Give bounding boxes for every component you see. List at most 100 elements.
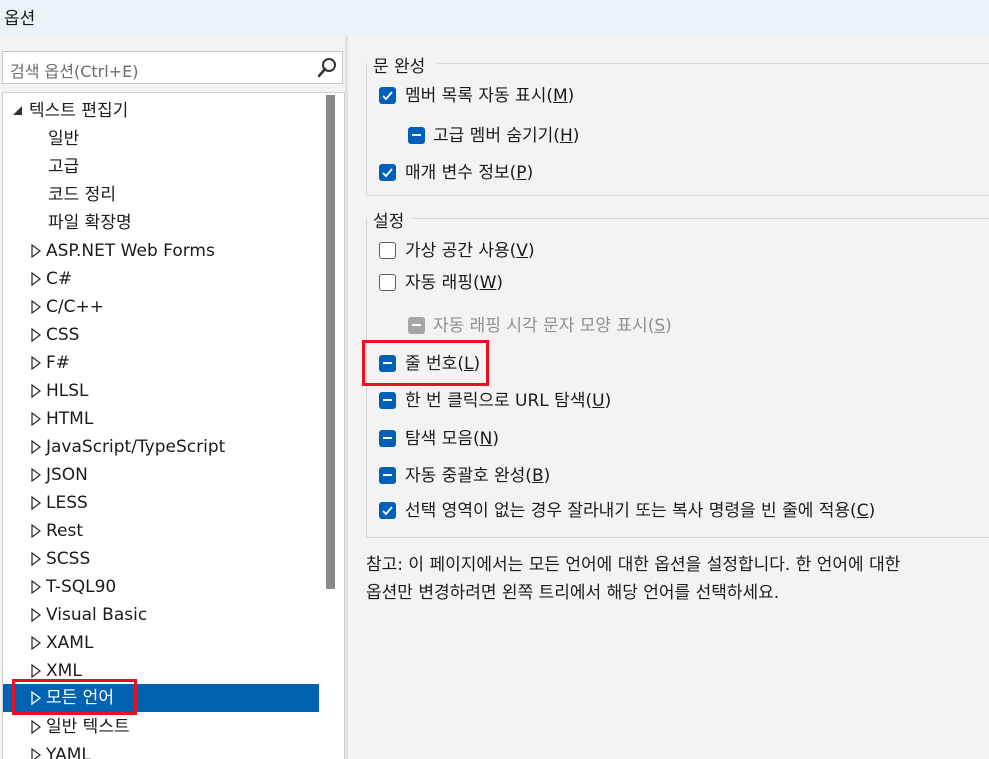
access-key: N <box>479 429 493 449</box>
collapsed-arrow-icon[interactable] <box>29 720 43 734</box>
tree-scrollbar[interactable] <box>326 95 335 589</box>
option-label: 자동 중괄호 완성 <box>405 466 526 486</box>
option-label: 멤버 목록 자동 표시 <box>405 86 547 106</box>
checkbox-checked[interactable] <box>379 164 396 181</box>
collapsed-arrow-icon[interactable] <box>29 244 43 258</box>
group-border-top <box>412 218 989 219</box>
tree-item-language[interactable]: JSON <box>3 461 319 489</box>
group-title-settings: 설정 <box>373 207 409 232</box>
tree-item-language[interactable]: HLSL <box>3 377 319 405</box>
tree-item-language[interactable]: T-SQL90 <box>3 573 319 601</box>
checkbox-indeterminate[interactable] <box>379 467 396 484</box>
tree-item-file-extension[interactable]: 파일 확장명 <box>3 209 319 237</box>
tree-item-language[interactable]: JavaScript/TypeScript <box>3 433 319 461</box>
tree-item-language[interactable]: C/C++ <box>3 293 319 321</box>
tree-item-label: HLSL <box>46 381 89 401</box>
tree-item-label: 파일 확장명 <box>48 213 132 233</box>
tree-item-language[interactable]: C# <box>3 265 319 293</box>
search-box[interactable]: 검색 옵션(Ctrl+E) <box>2 51 343 84</box>
access-key: H <box>559 126 573 146</box>
collapsed-arrow-icon[interactable] <box>29 524 43 538</box>
tree-item-language[interactable]: XAML <box>3 629 319 657</box>
tree-item-label: C# <box>46 269 73 289</box>
access-key: C <box>856 501 869 521</box>
option-label: 가상 공간 사용 <box>405 241 510 261</box>
tree-item-language[interactable]: 일반 텍스트 <box>3 713 319 741</box>
access-key: W <box>479 273 497 293</box>
collapsed-arrow-icon[interactable] <box>29 664 43 678</box>
tree-item-label: JavaScript/TypeScript <box>46 437 226 457</box>
collapsed-arrow-icon[interactable] <box>29 272 43 286</box>
tree-item-code-cleanup[interactable]: 코드 정리 <box>3 181 319 209</box>
tree-item-general[interactable]: 일반 <box>3 125 319 153</box>
tree-item-label: T-SQL90 <box>46 577 117 597</box>
collapsed-arrow-icon[interactable] <box>29 412 43 426</box>
tree-item-language[interactable]: ASP.NET Web Forms <box>3 237 319 265</box>
checkbox-indeterminate[interactable] <box>408 127 425 144</box>
tree-item-label: SCSS <box>46 549 91 569</box>
tree-item-language[interactable]: CSS <box>3 321 319 349</box>
option-label: 고급 멤버 숨기기 <box>433 126 554 146</box>
tree-item-label: 일반 텍스트 <box>46 717 130 737</box>
search-icon[interactable] <box>316 57 338 79</box>
check-icon <box>382 168 393 178</box>
tree-item-language[interactable]: Visual Basic <box>3 601 319 629</box>
access-key: P <box>516 163 527 183</box>
check-icon <box>382 506 393 516</box>
checkbox-checked[interactable] <box>379 87 396 104</box>
window-title: 옵션 <box>4 9 36 29</box>
collapsed-arrow-icon[interactable] <box>29 580 43 594</box>
tree-item-label: CSS <box>46 325 80 345</box>
tree-item-label: 텍스트 편집기 <box>29 101 129 121</box>
collapsed-arrow-icon[interactable] <box>29 748 43 759</box>
access-key: B <box>531 466 544 486</box>
highlight-box-all-languages <box>12 679 137 715</box>
option-label: 매개 변수 정보 <box>405 163 510 183</box>
checkbox-unchecked[interactable] <box>379 242 396 259</box>
tree-item-label: JSON <box>46 465 88 485</box>
tree-item-label: F# <box>46 353 71 373</box>
access-key: M <box>552 86 568 106</box>
info-note: 참고: 이 페이지에서는 모든 언어에 대한 옵션을 설정합니다. 한 언어에 … <box>366 551 986 607</box>
tree-item-language[interactable]: LESS <box>3 489 319 517</box>
group-title-statement-completion: 문 완성 <box>373 52 430 77</box>
checkbox-indeterminate[interactable] <box>379 392 396 409</box>
expanded-arrow-icon[interactable] <box>10 104 24 118</box>
option-label: 자동 래핑 <box>405 273 473 293</box>
checkbox-disabled <box>408 317 425 334</box>
tree-item-label: ASP.NET Web Forms <box>46 241 215 261</box>
tree-item-label: YAML <box>46 745 91 759</box>
collapsed-arrow-icon[interactable] <box>29 552 43 566</box>
collapsed-arrow-icon[interactable] <box>29 384 43 398</box>
group-border-top <box>437 63 989 64</box>
tree-item-label: Visual Basic <box>46 605 148 625</box>
highlight-box-line-numbers <box>362 340 489 386</box>
title-bar: 옵션 <box>0 0 989 36</box>
collapsed-arrow-icon[interactable] <box>29 468 43 482</box>
checkbox-unchecked[interactable] <box>379 274 396 291</box>
tree-item-label: LESS <box>46 493 88 513</box>
options-tree[interactable]: 텍스트 편집기 일반 고급 코드 정리 파일 확장명 ASP.NET Web F… <box>2 92 345 759</box>
tree-item-language[interactable]: HTML <box>3 405 319 433</box>
collapsed-arrow-icon[interactable] <box>29 608 43 622</box>
tree-item-label: 고급 <box>48 157 80 177</box>
tree-item-language[interactable]: F# <box>3 349 319 377</box>
pane-divider[interactable] <box>345 36 348 759</box>
tree-item-label: Rest <box>46 521 84 541</box>
check-icon <box>382 91 393 101</box>
checkbox-checked[interactable] <box>379 502 396 519</box>
checkbox-indeterminate[interactable] <box>379 430 396 447</box>
tree-item-label: HTML <box>46 409 94 429</box>
access-key: V <box>516 241 528 261</box>
collapsed-arrow-icon[interactable] <box>29 636 43 650</box>
tree-item-text-editor[interactable]: 텍스트 편집기 <box>3 97 319 125</box>
tree-item-language[interactable]: YAML <box>3 741 319 759</box>
collapsed-arrow-icon[interactable] <box>29 496 43 510</box>
collapsed-arrow-icon[interactable] <box>29 440 43 454</box>
collapsed-arrow-icon[interactable] <box>29 300 43 314</box>
tree-item-language[interactable]: SCSS <box>3 545 319 573</box>
tree-item-language[interactable]: Rest <box>3 517 319 545</box>
collapsed-arrow-icon[interactable] <box>29 356 43 370</box>
collapsed-arrow-icon[interactable] <box>29 328 43 342</box>
tree-item-advanced[interactable]: 고급 <box>3 153 319 181</box>
